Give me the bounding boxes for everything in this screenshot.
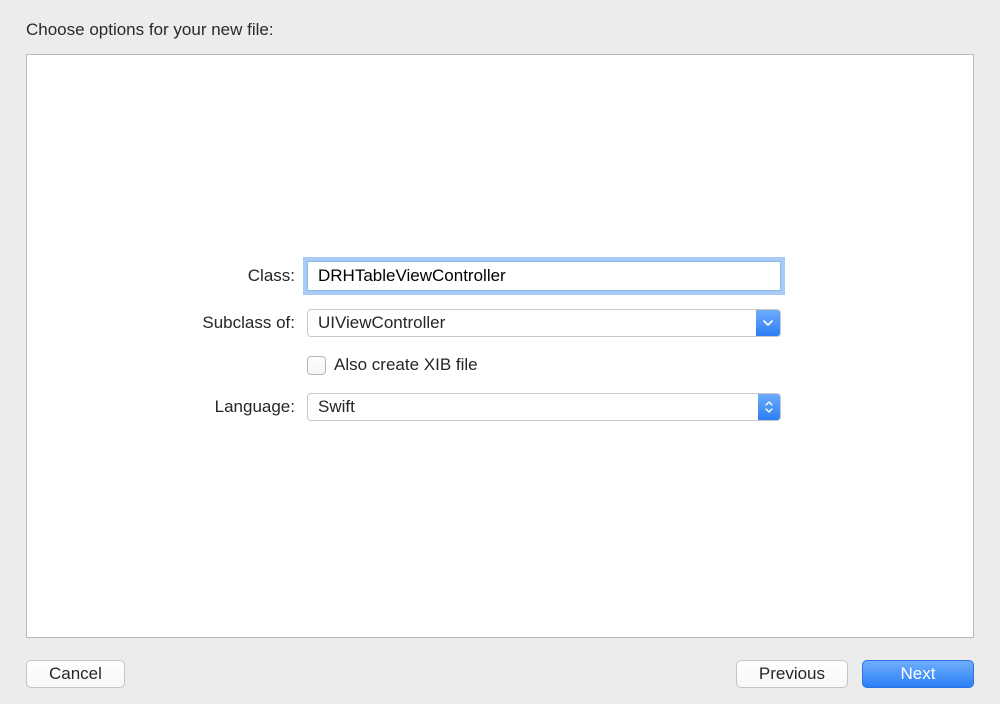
subclass-combobox[interactable]: UIViewController xyxy=(307,309,781,337)
subclass-dropdown-button[interactable] xyxy=(756,310,780,336)
chevron-down-icon xyxy=(765,408,773,413)
xib-label: Also create XIB file xyxy=(334,355,478,375)
subclass-label: Subclass of: xyxy=(27,313,307,333)
previous-button[interactable]: Previous xyxy=(736,660,848,688)
next-button[interactable]: Next xyxy=(862,660,974,688)
xib-checkbox[interactable] xyxy=(307,356,326,375)
xib-checkbox-group[interactable]: Also create XIB file xyxy=(307,355,478,375)
cancel-button[interactable]: Cancel xyxy=(26,660,125,688)
language-label: Language: xyxy=(27,397,307,417)
class-row: Class: xyxy=(27,261,973,291)
chevron-up-icon xyxy=(765,401,773,406)
language-value: Swift xyxy=(308,397,758,417)
dialog-title: Choose options for your new file: xyxy=(0,0,1000,54)
xib-row: Also create XIB file xyxy=(27,355,973,375)
main-panel: Class: Subclass of: UIViewController xyxy=(26,54,974,638)
language-select-button[interactable] xyxy=(758,394,780,420)
language-row: Language: Swift xyxy=(27,393,973,421)
class-label: Class: xyxy=(27,266,307,286)
button-bar: Cancel Previous Next xyxy=(26,660,974,688)
chevron-down-icon xyxy=(763,320,773,326)
subclass-value: UIViewController xyxy=(308,313,756,333)
subclass-row: Subclass of: UIViewController xyxy=(27,309,973,337)
form-area: Class: Subclass of: UIViewController xyxy=(27,261,973,439)
language-select[interactable]: Swift xyxy=(307,393,781,421)
class-input[interactable] xyxy=(307,261,781,291)
